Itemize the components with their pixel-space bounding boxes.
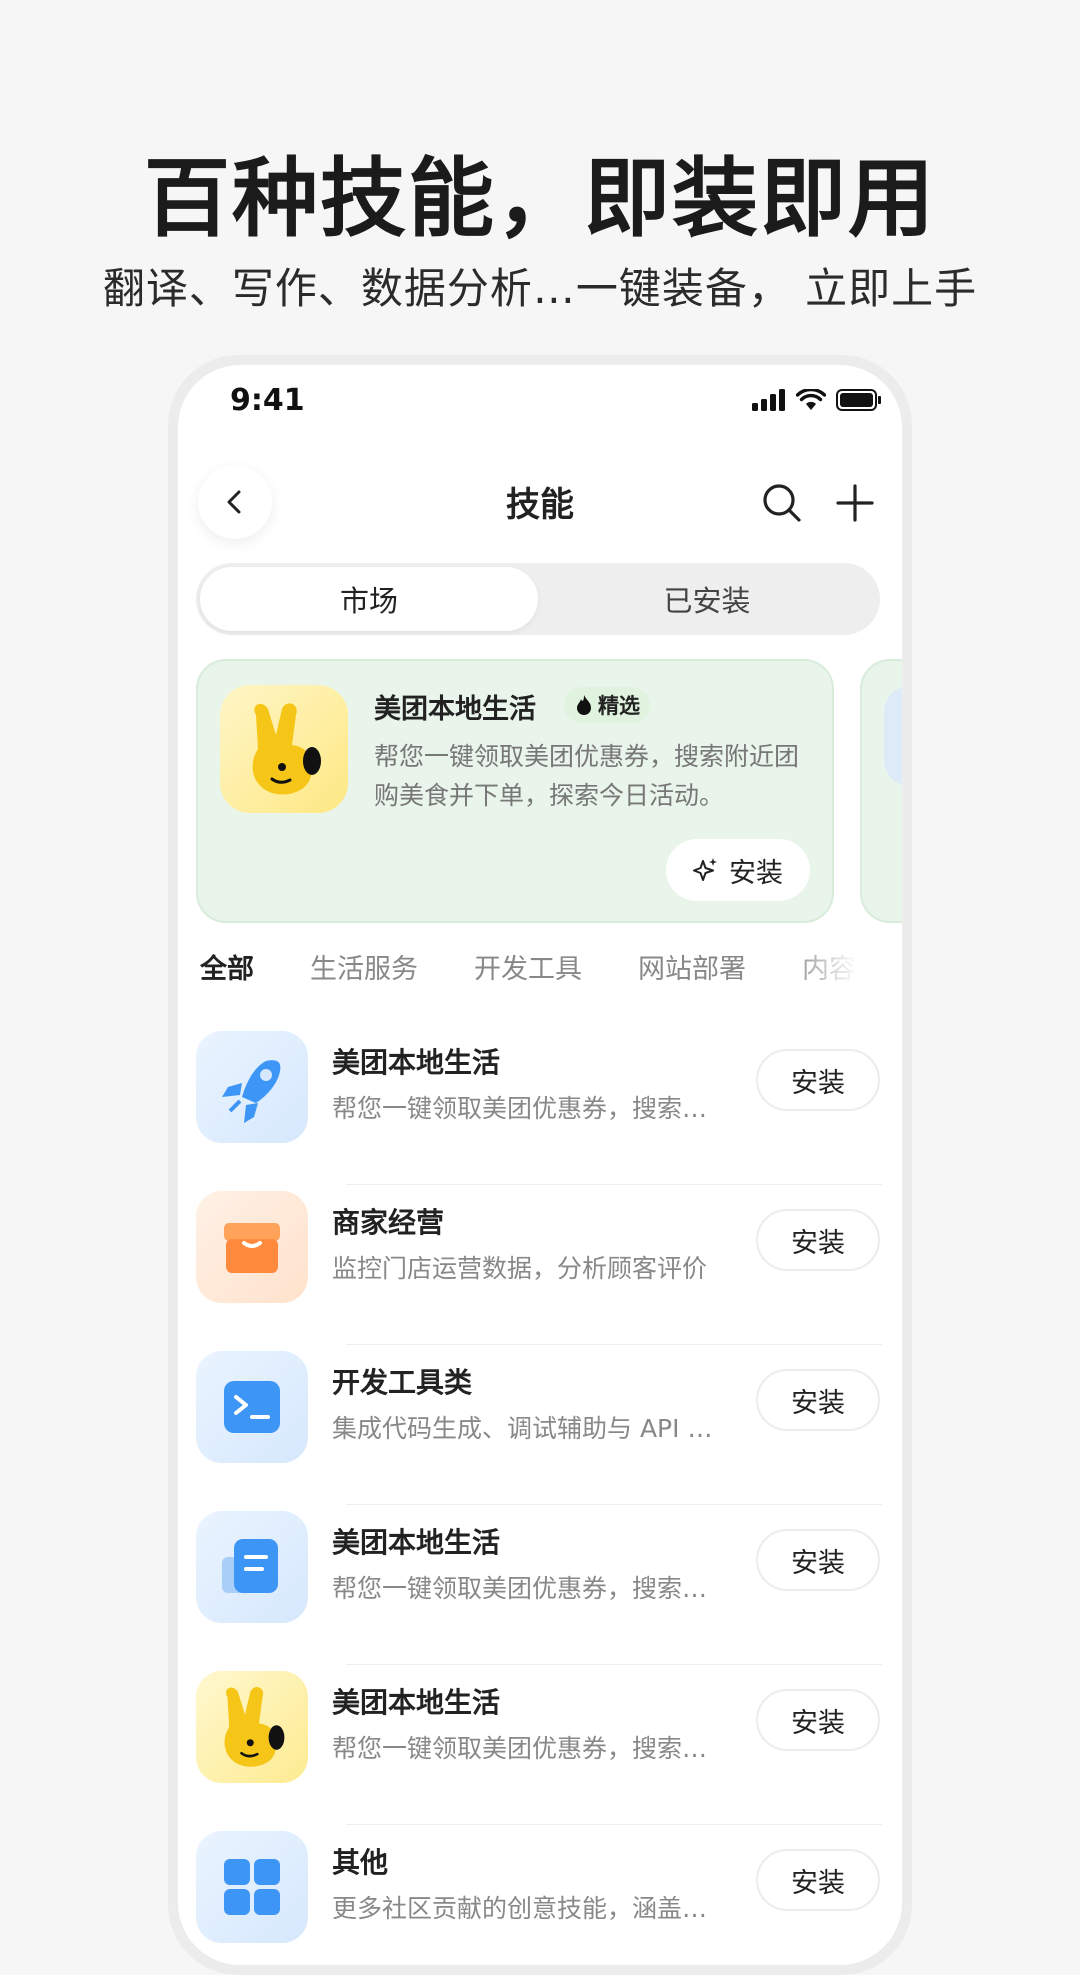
search-button[interactable]	[760, 481, 804, 525]
skill-row[interactable]: 美团本地生活 帮您一键领取美团优惠券，搜索附近团购美食并下单 安装	[196, 1025, 882, 1185]
flame-icon	[577, 695, 591, 715]
category-life-services[interactable]: 生活服务	[310, 947, 418, 991]
category-fade	[786, 940, 882, 998]
featured-install-button[interactable]: 安装	[666, 839, 810, 901]
featured-app-icon	[220, 685, 348, 813]
category-dev-tools[interactable]: 开发工具	[474, 947, 582, 991]
add-button[interactable]	[833, 481, 877, 525]
skill-icon-bg	[196, 1351, 308, 1463]
install-button[interactable]: 安装	[756, 1849, 880, 1911]
skill-title: 美团本地生活	[332, 1046, 501, 1079]
grid-icon	[224, 1859, 280, 1915]
install-button[interactable]: 安装	[756, 1049, 880, 1111]
rocket-icon	[222, 1060, 281, 1123]
skill-icon-bg	[196, 1191, 308, 1303]
featured-install-label: 安装	[729, 857, 783, 889]
category-tabs: 全部 生活服务 开发工具 网站部署 内容	[200, 947, 880, 991]
skill-title: 美团本地生活	[332, 1526, 501, 1559]
skill-row[interactable]: 美团本地生活 帮您一键领取美团优惠券，搜索附近团购美食并下单 安装	[196, 1665, 882, 1825]
tab-market[interactable]: 市场	[200, 567, 538, 631]
skill-description: 集成代码生成、调试辅助与 API 工具	[332, 1414, 728, 1443]
featured-badge-label: 精选	[598, 694, 640, 718]
featured-description: 帮您一键领取美团优惠券，搜索附近团购美食并下单，探索今日活动。	[374, 742, 800, 810]
document-icon	[222, 1539, 278, 1593]
signal-icon	[752, 389, 785, 411]
terminal-icon	[224, 1381, 280, 1433]
skill-title: 开发工具类	[332, 1366, 473, 1399]
skill-description: 监控门店运营数据，分析顾客评价	[332, 1254, 708, 1283]
sparkle-icon	[693, 858, 717, 881]
tab-installed[interactable]: 已安装	[538, 567, 876, 631]
skill-icon-bg	[196, 1831, 308, 1943]
mascot-icon	[252, 703, 321, 795]
featured-card[interactable]: 美团本地生活 精选 帮您一键领取美团优惠券，搜索附近团购美食并下单，探索今日活动…	[196, 659, 834, 923]
box-icon	[224, 1223, 280, 1273]
install-button[interactable]: 安装	[756, 1689, 880, 1751]
skill-icon-bg	[196, 1031, 308, 1143]
install-button[interactable]: 安装	[756, 1209, 880, 1271]
promo-subline: 翻译、写作、数据分析…一键装备， 立即上手	[102, 264, 978, 313]
category-site-deploy[interactable]: 网站部署	[638, 947, 746, 991]
search-icon	[763, 484, 801, 522]
skill-title: 其他	[332, 1846, 389, 1879]
install-button[interactable]: 安装	[756, 1369, 880, 1431]
featured-title: 美团本地生活	[374, 694, 536, 725]
skill-description: 帮您一键领取美团优惠券，搜索附近团购美食并下单	[332, 1094, 728, 1123]
install-button[interactable]: 安装	[756, 1529, 880, 1591]
skill-description: 帮您一键领取美团优惠券，搜索附近团购美食并下单	[332, 1734, 728, 1763]
skill-title: 美团本地生活	[332, 1686, 501, 1719]
plus-icon	[836, 484, 874, 522]
phone-screen: 9:41 技能 市场 已安装 美团本地生活 精选 帮您一键领取美团优惠券，搜索附…	[178, 365, 902, 1965]
skill-row[interactable]: 其他 更多社区贡献的创意技能，涵盖多种场景 安装	[196, 1825, 882, 1965]
skill-row[interactable]: 美团本地生活 帮您一键领取美团优惠券，搜索附近团购美食并下单 安装	[196, 1505, 882, 1665]
skill-list: 美团本地生活 帮您一键领取美团优惠券，搜索附近团购美食并下单 安装 商家经营 监…	[196, 1025, 882, 1965]
category-all[interactable]: 全部	[200, 947, 254, 991]
skill-row[interactable]: 开发工具类 集成代码生成、调试辅助与 API 工具 安装	[196, 1345, 882, 1505]
battery-icon	[836, 389, 881, 411]
segment-control: 市场 已安装	[196, 563, 880, 635]
status-time: 9:41	[230, 383, 305, 418]
featured-badge: 精选	[564, 687, 650, 723]
status-icons	[752, 389, 882, 411]
promo-headline: 百种技能，即装即用	[144, 149, 936, 249]
skill-title: 商家经营	[332, 1206, 445, 1239]
mascot-icon	[224, 1687, 285, 1767]
skill-row[interactable]: 商家经营 监控门店运营数据，分析顾客评价 安装	[196, 1185, 882, 1345]
next-featured-icon	[884, 686, 902, 786]
wifi-icon	[796, 389, 826, 410]
skill-icon-bg	[196, 1671, 308, 1783]
next-featured-card[interactable]	[860, 659, 902, 923]
skill-description: 帮您一键领取美团优惠券，搜索附近团购美食并下单	[332, 1574, 728, 1603]
skill-icon-bg	[196, 1511, 308, 1623]
